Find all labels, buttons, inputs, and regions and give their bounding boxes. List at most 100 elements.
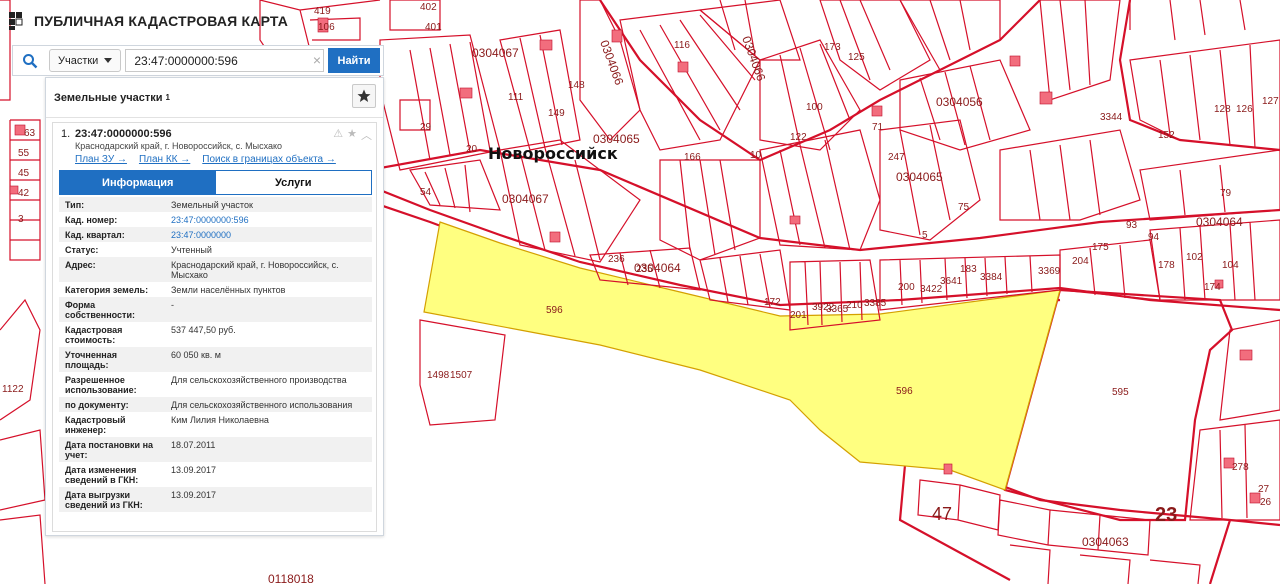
- parcel-number-label: 3384: [980, 272, 1003, 283]
- search-in-bounds-link[interactable]: Поиск в границах объекта →: [202, 154, 336, 165]
- info-row: Кад. квартал: 23:47:0000000: [59, 227, 372, 242]
- parcel-number-label: 116: [674, 40, 690, 51]
- parcel-number-label: 42: [18, 188, 30, 199]
- parcel-number-label: 5: [922, 230, 928, 241]
- info-value: Земли населённых пунктов: [171, 285, 286, 295]
- parcel-outline[interactable]: [0, 298, 46, 584]
- info-value: Для сельскохозяйственного использования: [165, 397, 372, 412]
- parcel-number-label: 152: [1158, 130, 1175, 141]
- info-key: Категория земель:: [65, 285, 149, 295]
- info-row: Кадастровая стоимость: 537 447,50 руб.: [59, 322, 372, 347]
- building-footprint[interactable]: [549, 231, 561, 243]
- logo-icon: [9, 12, 23, 30]
- info-value: 13.09.2017: [171, 465, 217, 475]
- find-button[interactable]: Найти: [328, 48, 380, 73]
- info-value: -: [165, 297, 372, 322]
- building-footprint[interactable]: [1009, 55, 1021, 67]
- info-value[interactable]: 23:47:0000000:596: [165, 212, 372, 227]
- parcel-number-label: 149: [548, 108, 565, 119]
- parcel-outline[interactable]: [409, 159, 501, 213]
- quarter-label: 0304065: [896, 170, 943, 184]
- building-footprint[interactable]: [1039, 91, 1053, 105]
- info-row: Дата выгрузки сведений из ГКН: 13.09.2017: [59, 487, 372, 512]
- parcel-number-label: 3369: [1038, 266, 1061, 277]
- building-footprint[interactable]: [789, 215, 801, 225]
- parcel-number-label: 235: [636, 264, 653, 275]
- building-footprint[interactable]: [943, 463, 953, 475]
- info-row: Дата изменения сведений в ГКН: 13.09.2017: [59, 462, 372, 487]
- info-row: Категория земель: Земли населённых пункто…: [59, 282, 372, 297]
- parcel-outline[interactable]: [1039, 0, 1121, 101]
- building-footprint[interactable]: [871, 105, 883, 117]
- parcel-number-label: 75: [958, 202, 970, 213]
- parcel-outline[interactable]: [917, 479, 1001, 531]
- parcel-outline[interactable]: [659, 159, 761, 261]
- panel-title: Земельные участки: [54, 91, 163, 104]
- parcel-outline[interactable]: [1129, 0, 1246, 41]
- parcel-number-label: 3385: [864, 298, 887, 309]
- result-item[interactable]: 1. 23:47:0000000:596 Краснодарский край,…: [52, 122, 377, 532]
- info-value[interactable]: 23:47:0000000: [165, 227, 372, 242]
- parcel-number-label: 79: [1220, 188, 1232, 199]
- parcel-number-label: 47: [932, 504, 952, 524]
- quarter-label: 0304067: [472, 46, 519, 60]
- parcel-number-label: 126: [1236, 104, 1253, 115]
- building-footprint[interactable]: [611, 29, 623, 43]
- tab-information[interactable]: Информация: [60, 171, 216, 194]
- parcel-number-label: 200: [898, 282, 915, 293]
- cadastral-number: 23:47:0000000:596: [75, 128, 172, 140]
- parcel-outline[interactable]: [759, 129, 881, 251]
- building-footprint[interactable]: [677, 61, 689, 73]
- building-footprint[interactable]: [539, 39, 553, 51]
- parcel-outline[interactable]: [1059, 239, 1161, 301]
- parcel-number-label: 247: [888, 152, 905, 163]
- chevron-up-icon[interactable]: ︿: [361, 127, 372, 143]
- building-footprint[interactable]: [459, 87, 473, 99]
- southern-quarter-boundary[interactable]: [898, 463, 1280, 584]
- parcel-outline[interactable]: [999, 129, 1141, 221]
- highlighted-parcel-596[interactable]: [423, 221, 1061, 491]
- parcel-number-label: 94: [1148, 232, 1160, 243]
- settlement-boundary-east[interactable]: [1118, 0, 1280, 152]
- result-item-header: 1. 23:47:0000000:596 Краснодарский край,…: [53, 123, 376, 175]
- star-icon[interactable]: ★: [347, 127, 357, 143]
- parcel-number-label: 63: [24, 128, 36, 139]
- parcel-outline[interactable]: [1139, 149, 1280, 221]
- parcel-outline[interactable]: [619, 9, 761, 151]
- tab-services[interactable]: Услуги: [215, 171, 371, 194]
- parcel-outline[interactable]: [899, 0, 1001, 71]
- parcel-outline[interactable]: [389, 0, 441, 131]
- parcel-number-label: 201: [790, 310, 807, 321]
- quarter-label: 0304056: [936, 95, 983, 109]
- parcel-number-label: 166: [684, 152, 701, 163]
- info-value: 18.07.2011: [165, 437, 372, 462]
- parcel-number-label: 175: [1092, 242, 1109, 253]
- parcel-number-label: 3: [18, 214, 24, 225]
- plan-zu-link[interactable]: План ЗУ →: [75, 154, 127, 165]
- search-icon[interactable]: [13, 46, 47, 75]
- search-type-dropdown[interactable]: Участки: [49, 49, 122, 72]
- parcel-outline[interactable]: [1219, 319, 1280, 421]
- favorite-button[interactable]: [352, 84, 376, 108]
- building-footprint[interactable]: [1239, 349, 1253, 361]
- panel-header: Земельные участки 1: [46, 78, 383, 118]
- parcel-number-label: 71: [872, 122, 884, 133]
- plan-kk-link[interactable]: План КК →: [139, 154, 190, 165]
- info-value: 13.09.2017: [165, 487, 372, 512]
- search-input[interactable]: [125, 49, 324, 72]
- parcel-number-label: 125: [848, 52, 865, 63]
- parcel-number-label: 596: [896, 386, 913, 397]
- parcel-number-label: 128: [1214, 104, 1231, 115]
- close-icon[interactable]: ×: [313, 52, 321, 68]
- parcel-number-label: 27: [1258, 484, 1270, 495]
- quarter-label: 0118018: [268, 572, 314, 584]
- parcel-number-label: 100: [806, 102, 823, 113]
- warning-icon[interactable]: ⚠: [333, 127, 343, 143]
- app-header: ПУБЛИЧНАЯ КАДАСТРОВАЯ КАРТА: [8, 10, 288, 32]
- info-row: Форма собственности: -: [59, 297, 372, 322]
- quarter-labels: 0304067 0304065 0304066 0304066 0304056 …: [268, 34, 1243, 584]
- building-footprint[interactable]: [9, 185, 19, 195]
- parcel-number-label: 204: [1072, 256, 1089, 267]
- item-links: План ЗУ → План КК → Поиск в границах объ…: [75, 154, 376, 165]
- parcel-outline[interactable]: [1129, 39, 1280, 151]
